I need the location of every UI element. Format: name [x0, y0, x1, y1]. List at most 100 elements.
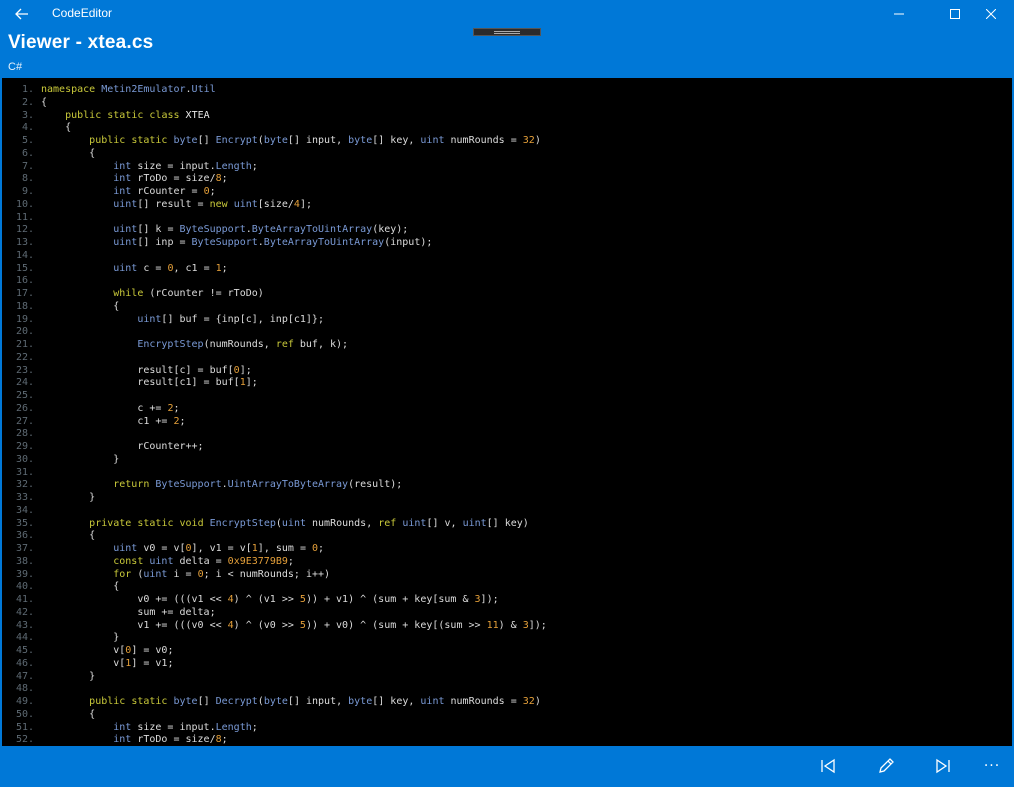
close-button[interactable]	[968, 0, 1014, 28]
edit-pencil-icon	[879, 758, 894, 773]
line-number: 3.	[21, 109, 34, 121]
line-number: 9.	[21, 186, 34, 197]
code-line: 40. {	[2, 581, 1012, 594]
line-number: 51.	[15, 721, 34, 733]
line-number: 1.	[21, 84, 34, 95]
line-text: {	[41, 147, 96, 159]
code-line: 31.	[2, 467, 1012, 480]
code-line: 16.	[2, 275, 1012, 288]
page-header: Viewer - xtea.cs C#	[0, 28, 1014, 78]
code-lines: 1. namespace Metin2Emulator.Util 2. {3. pub…	[2, 84, 1012, 746]
line-number: 31.	[15, 466, 34, 478]
code-line: 22.	[2, 352, 1012, 365]
code-line: 29. rCounter++;	[2, 441, 1012, 454]
code-line: 28.	[2, 428, 1012, 441]
page-title: Viewer - xtea.cs	[8, 32, 154, 53]
line-text: int rToDo = size/8;	[113, 173, 228, 185]
line-text: public static byte[] Decrypt(byte[] inpu…	[89, 696, 541, 707]
line-number: 28.	[15, 428, 34, 440]
code-line: 19. uint[] buf = {inp[c], inp[c1]};	[2, 314, 1012, 327]
line-number: 41.	[15, 594, 34, 605]
code-line: 52. int rToDo = size/8;	[2, 734, 1012, 746]
line-number: 32.	[15, 479, 34, 491]
grip-icon	[494, 30, 520, 34]
line-text: {	[41, 530, 96, 542]
code-line: 49. public static byte[] Decrypt(byte[] …	[2, 696, 1012, 709]
line-text: }	[41, 492, 96, 503]
more-button[interactable]: ···	[972, 750, 1012, 782]
code-line: 46. v[1] = v1;	[2, 658, 1012, 671]
line-number: 17.	[15, 288, 34, 299]
code-line: 6. {	[2, 148, 1012, 161]
line-text: result[c1] = buf[1];	[41, 377, 258, 389]
line-text: {	[41, 300, 120, 312]
line-number: 43.	[15, 619, 34, 631]
code-line: 51. int size = input.Length;	[2, 722, 1012, 735]
code-line: 38. const uint delta = 0x9E3779B9;	[2, 556, 1012, 569]
line-number: 25.	[15, 390, 34, 401]
line-number: 12.	[15, 224, 34, 236]
line-number: 13.	[15, 237, 34, 248]
line-number: 23.	[15, 364, 34, 376]
title-bar: CodeEditor	[0, 0, 1014, 28]
line-number: 34.	[15, 504, 34, 516]
line-number: 8.	[21, 173, 34, 185]
back-button[interactable]	[8, 2, 36, 26]
line-text	[34, 428, 41, 439]
line-number: 14.	[15, 249, 34, 261]
minimize-button[interactable]	[876, 0, 922, 28]
code-line: 36. {	[2, 530, 1012, 543]
drag-handle[interactable]	[473, 28, 541, 36]
code-line: 41. v0 += (((v1 << 4) ^ (v1 >> 5)) + v1)…	[2, 594, 1012, 607]
line-text: private static void EncryptStep(uint num…	[89, 517, 529, 529]
line-text: uint[] inp = ByteSupport.ByteArrayToUint…	[113, 237, 433, 248]
line-text: v[0] = v0;	[41, 645, 174, 656]
line-text: while (rCounter != rToDo)	[113, 288, 264, 299]
code-line: 1. namespace Metin2Emulator.Util	[2, 84, 1012, 97]
line-text: result[c] = buf[0];	[41, 364, 252, 376]
code-line: 27. c1 += 2;	[2, 416, 1012, 429]
code-line: 14.	[2, 250, 1012, 263]
line-number: 27.	[15, 415, 34, 427]
line-number: 26.	[15, 402, 34, 414]
close-icon	[986, 9, 996, 19]
code-line: 24. result[c1] = buf[1];	[2, 377, 1012, 390]
line-number: 18.	[15, 300, 34, 312]
line-text: int rCounter = 0;	[113, 186, 216, 197]
code-line: 45. v[0] = v0;	[2, 645, 1012, 658]
code-line: 33. }	[2, 492, 1012, 505]
line-number: 49.	[15, 696, 34, 707]
line-text: namespace Metin2Emulator.Util	[41, 84, 216, 95]
line-number: 16.	[15, 275, 34, 287]
code-line: 9. int rCounter = 0;	[2, 186, 1012, 199]
line-text	[34, 505, 41, 516]
line-number: 50.	[15, 708, 34, 720]
previous-button[interactable]	[808, 750, 848, 782]
line-number: 30.	[15, 453, 34, 465]
line-number: 48.	[15, 683, 34, 695]
line-number: 39.	[15, 568, 34, 580]
code-line: 48.	[2, 683, 1012, 696]
code-line: 20.	[2, 326, 1012, 339]
code-line: 18. {	[2, 301, 1012, 314]
line-number: 22.	[15, 351, 34, 363]
code-line: 15. uint c = 0, c1 = 1;	[2, 263, 1012, 276]
edit-button[interactable]	[866, 750, 906, 782]
line-number: 47.	[15, 670, 34, 682]
line-number: 40.	[15, 581, 34, 593]
code-line: 32. return ByteSupport.UintArrayToByteAr…	[2, 479, 1012, 492]
previous-icon	[821, 758, 835, 774]
line-number: 35.	[15, 517, 34, 529]
line-number: 11.	[15, 211, 34, 223]
line-text: return ByteSupport.UintArrayToByteArray(…	[113, 479, 403, 491]
line-number: 10.	[15, 198, 34, 210]
line-text: }	[41, 632, 120, 644]
next-button[interactable]	[923, 750, 963, 782]
line-number: 6.	[21, 147, 34, 159]
code-viewer[interactable]: 1. namespace Metin2Emulator.Util 2. {3. pub…	[2, 78, 1012, 746]
line-text: EncryptStep(numRounds, ref buf, k);	[137, 339, 349, 350]
line-text: uint[] result = new uint[size/4];	[113, 198, 312, 210]
code-line: 30. }	[2, 454, 1012, 467]
line-text: }	[41, 453, 120, 465]
line-text: uint[] k = ByteSupport.ByteArrayToUintAr…	[113, 224, 409, 236]
